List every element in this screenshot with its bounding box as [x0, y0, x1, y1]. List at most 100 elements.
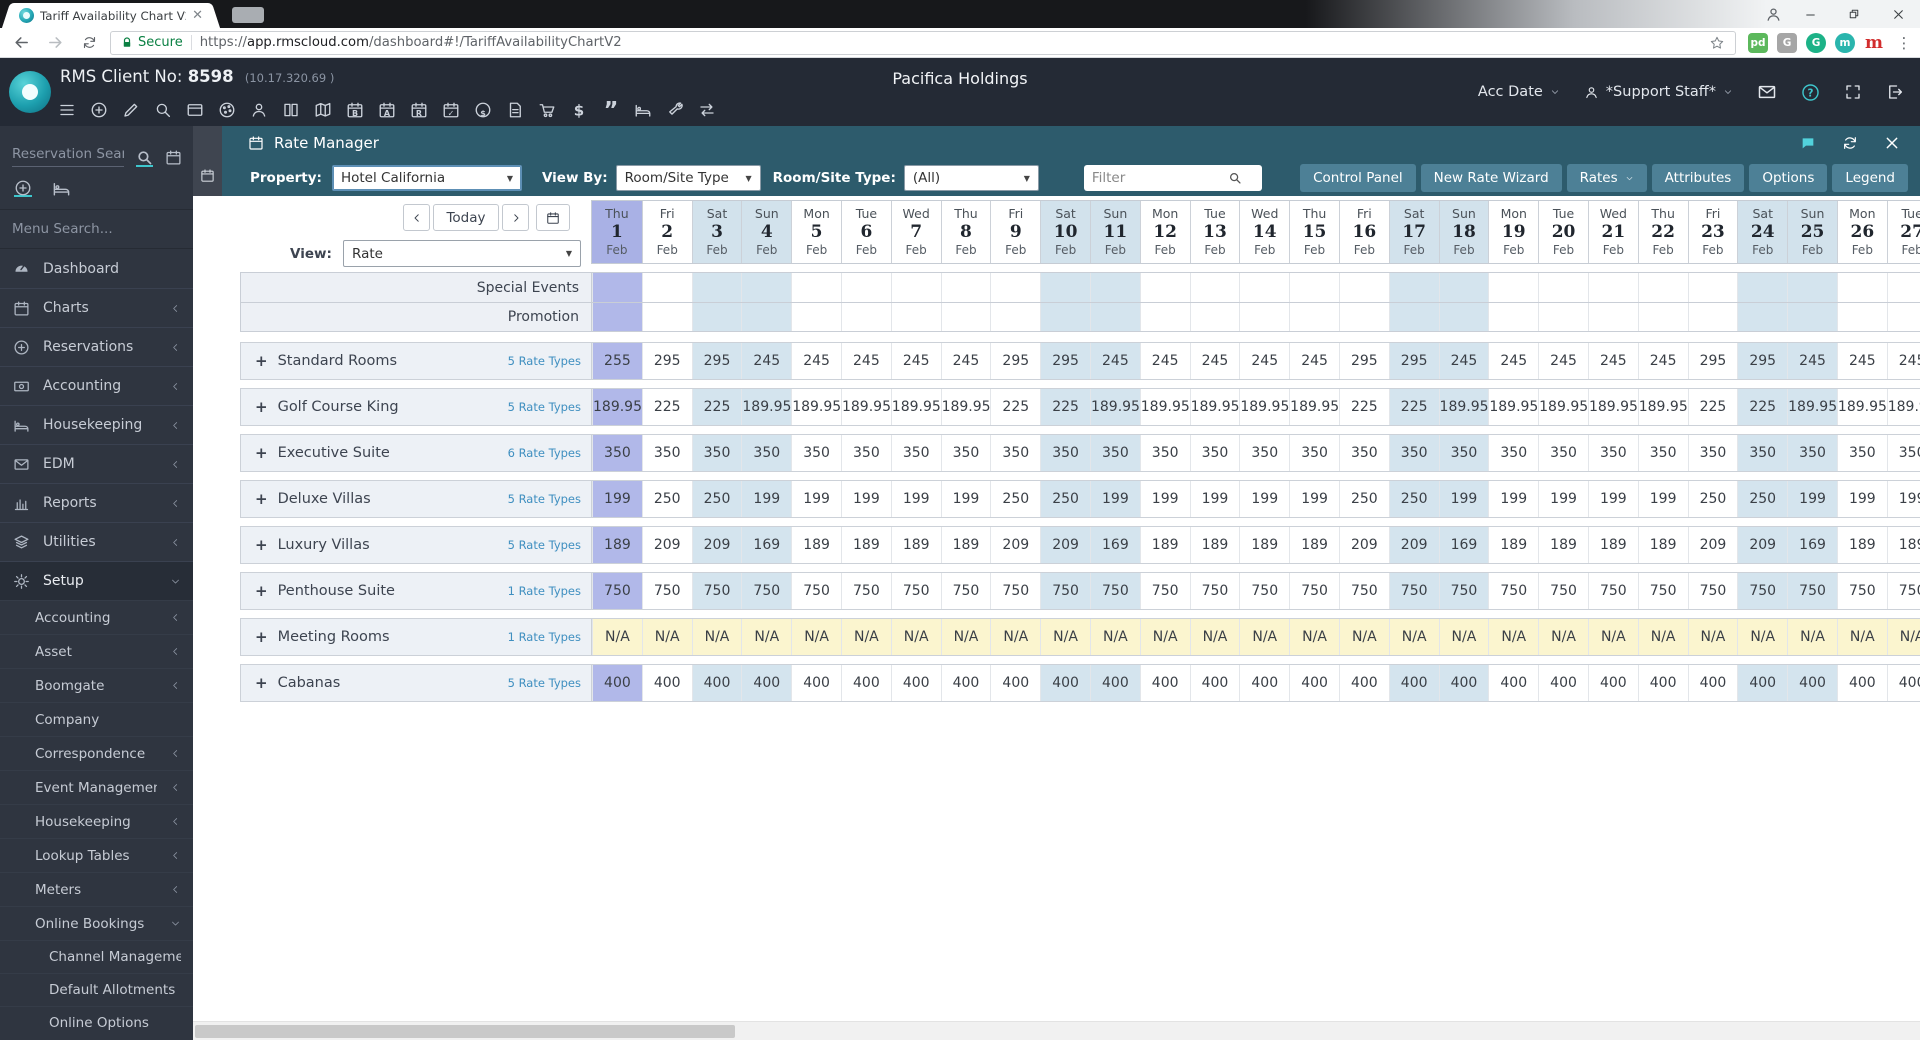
- edit-icon[interactable]: [122, 101, 140, 119]
- rate-cell[interactable]: 199: [940, 481, 991, 517]
- browser-menu-icon[interactable]: ⋮: [1896, 34, 1912, 52]
- rate-cell[interactable]: 400: [940, 665, 991, 701]
- rate-cell[interactable]: 250: [1040, 481, 1090, 517]
- special-cell[interactable]: [990, 273, 1041, 302]
- rate-cell[interactable]: 199: [1886, 481, 1920, 517]
- room-row-label[interactable]: + Executive Suite 6 Rate Types: [241, 435, 592, 471]
- rate-cell[interactable]: 400: [1587, 665, 1638, 701]
- rate-cell[interactable]: 189.95: [1488, 389, 1539, 425]
- special-cell[interactable]: [691, 303, 742, 331]
- rate-cell[interactable]: 350: [1787, 435, 1837, 471]
- rate-cell[interactable]: 350: [1637, 435, 1688, 471]
- special-cell[interactable]: [1836, 273, 1887, 302]
- rate-cell[interactable]: 350: [1388, 435, 1439, 471]
- rate-cell[interactable]: 199: [592, 481, 642, 517]
- next-icon[interactable]: [502, 204, 529, 231]
- acc-date-dropdown[interactable]: Acc Date: [1478, 84, 1560, 100]
- rate-cell[interactable]: 295: [1040, 343, 1090, 379]
- room-status-icon[interactable]: [52, 179, 70, 197]
- rate-cell[interactable]: 189: [940, 527, 991, 563]
- rate-cell[interactable]: 189: [1139, 527, 1190, 563]
- rate-cell[interactable]: 225: [990, 389, 1041, 425]
- rate-cell[interactable]: 400: [1089, 665, 1140, 701]
- rate-cell[interactable]: N/A: [1488, 619, 1539, 655]
- rate-cell[interactable]: 295: [691, 343, 742, 379]
- special-cell[interactable]: [1338, 273, 1389, 302]
- quote-icon[interactable]: [602, 101, 620, 119]
- rate-cell[interactable]: 199: [840, 481, 891, 517]
- rate-cell[interactable]: 350: [641, 435, 692, 471]
- special-cell[interactable]: [1139, 273, 1190, 302]
- rate-cell[interactable]: 245: [1189, 343, 1240, 379]
- rate-cell[interactable]: N/A: [1538, 619, 1588, 655]
- new-tab-button[interactable]: [232, 7, 264, 23]
- rate-cell[interactable]: 350: [1737, 435, 1788, 471]
- special-cell[interactable]: [691, 273, 742, 302]
- special-cell[interactable]: [1687, 303, 1738, 331]
- search-icon[interactable]: [154, 101, 172, 119]
- horizontal-scrollbar[interactable]: [193, 1021, 1920, 1040]
- rate-cell[interactable]: N/A: [1139, 619, 1190, 655]
- extension-icon-pd-5cb85c[interactable]: pd: [1748, 32, 1768, 53]
- rate-cell[interactable]: 189: [1637, 527, 1688, 563]
- palette-icon[interactable]: [218, 101, 236, 119]
- rate-cell[interactable]: 209: [1737, 527, 1788, 563]
- rate-cell[interactable]: 350: [1289, 435, 1339, 471]
- rate-types-link[interactable]: 5 Rate Types: [508, 354, 581, 368]
- rate-cell[interactable]: N/A: [691, 619, 742, 655]
- rate-cell[interactable]: 750: [1737, 573, 1788, 609]
- chat-icon[interactable]: [1800, 135, 1816, 151]
- rate-cell[interactable]: 199: [890, 481, 941, 517]
- expand-plus-icon[interactable]: +: [255, 628, 268, 646]
- rate-cell[interactable]: 189.95: [1239, 389, 1290, 425]
- rate-cell[interactable]: 209: [691, 527, 742, 563]
- legend-button[interactable]: Legend: [1832, 164, 1908, 192]
- rate-cell[interactable]: 169: [741, 527, 792, 563]
- rate-cell[interactable]: 245: [940, 343, 991, 379]
- rate-cell[interactable]: 209: [1338, 527, 1389, 563]
- rate-cell[interactable]: N/A: [940, 619, 991, 655]
- register-icon[interactable]: [186, 101, 204, 119]
- window-minimize-button[interactable]: [1788, 0, 1832, 28]
- expand-plus-icon[interactable]: +: [255, 398, 268, 416]
- special-cell[interactable]: [890, 273, 941, 302]
- special-cell[interactable]: [1388, 303, 1439, 331]
- rates-button[interactable]: Rates: [1566, 164, 1647, 192]
- rate-cell[interactable]: 350: [691, 435, 742, 471]
- rate-cell[interactable]: 400: [1338, 665, 1389, 701]
- dollar-icon[interactable]: [570, 101, 588, 119]
- rate-cell[interactable]: 250: [990, 481, 1041, 517]
- rate-cell[interactable]: 250: [691, 481, 742, 517]
- housekeeping-icon[interactable]: [634, 101, 652, 119]
- special-cell[interactable]: [1538, 273, 1588, 302]
- widget-rail[interactable]: [193, 126, 222, 196]
- pos-cart-icon[interactable]: [538, 101, 556, 119]
- rate-cell[interactable]: 350: [741, 435, 792, 471]
- special-cell[interactable]: [1089, 303, 1140, 331]
- room-row-label[interactable]: + Penthouse Suite 1 Rate Types: [241, 573, 592, 609]
- rate-cell[interactable]: 245: [1587, 343, 1638, 379]
- fullscreen-icon[interactable]: [1844, 83, 1862, 101]
- rate-cell[interactable]: 750: [1836, 573, 1887, 609]
- add-icon[interactable]: [90, 101, 108, 119]
- room-row-label[interactable]: + Cabanas 5 Rate Types: [241, 665, 592, 701]
- special-cell[interactable]: [1488, 273, 1539, 302]
- rate-cell[interactable]: 350: [1089, 435, 1140, 471]
- rate-cell[interactable]: N/A: [1338, 619, 1389, 655]
- special-cell[interactable]: [1687, 273, 1738, 302]
- property-select[interactable]: Hotel California ▼: [331, 165, 522, 191]
- rate-cell[interactable]: 225: [1040, 389, 1090, 425]
- special-cell[interactable]: [1239, 273, 1290, 302]
- window-restore-button[interactable]: [1832, 0, 1876, 28]
- extension-icon-m-d22d2d[interactable]: m: [1864, 33, 1884, 53]
- control-panel-button[interactable]: Control Panel: [1300, 164, 1416, 192]
- sidebar-item-correspondence[interactable]: Correspondence: [0, 736, 193, 770]
- rate-cell[interactable]: 169: [1438, 527, 1489, 563]
- rate-cell[interactable]: 169: [1787, 527, 1837, 563]
- rate-cell[interactable]: 189.95: [791, 389, 841, 425]
- user-menu[interactable]: *Support Staff*: [1584, 84, 1733, 100]
- rate-cell[interactable]: 245: [1488, 343, 1539, 379]
- reservation-search-input[interactable]: [12, 142, 124, 167]
- rate-cell[interactable]: 350: [1886, 435, 1920, 471]
- rate-cell[interactable]: 189: [890, 527, 941, 563]
